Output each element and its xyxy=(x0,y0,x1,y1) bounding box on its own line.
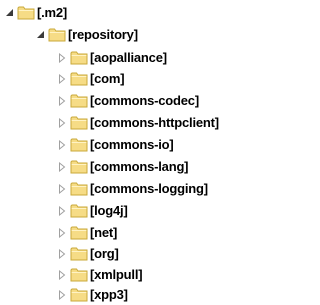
tree-item-label: [commons-lang] xyxy=(90,159,189,174)
collapsed-triangle-icon[interactable] xyxy=(57,205,67,216)
tree-item-commons-logging[interactable]: [commons-logging] xyxy=(57,178,208,199)
tree-item-label: [com] xyxy=(90,71,125,86)
collapsed-triangle-icon[interactable] xyxy=(57,52,67,63)
collapsed-triangle-icon[interactable] xyxy=(57,183,67,194)
collapsed-triangle-icon[interactable] xyxy=(57,139,67,150)
tree-item-commons-codec[interactable]: [commons-codec] xyxy=(57,90,199,111)
tree-item-label: [org] xyxy=(90,246,119,261)
tree-item-commons-lang[interactable]: [commons-lang] xyxy=(57,156,189,177)
tree-item-repository[interactable]: [repository] xyxy=(35,24,138,45)
expanded-triangle-icon[interactable] xyxy=(4,8,14,18)
folder-icon xyxy=(70,50,88,65)
collapsed-triangle-icon[interactable] xyxy=(57,269,67,280)
tree-item-com[interactable]: [com] xyxy=(57,68,125,89)
folder-icon xyxy=(70,246,88,261)
tree-item-label: [net] xyxy=(90,225,118,240)
tree-item-aopalliance[interactable]: [aopalliance] xyxy=(57,47,167,68)
folder-icon xyxy=(70,203,88,218)
folder-icon xyxy=(70,137,88,152)
collapsed-triangle-icon[interactable] xyxy=(57,248,67,259)
tree-item-label: [repository] xyxy=(68,27,138,42)
tree-item-label: [log4j] xyxy=(90,203,128,218)
folder-icon xyxy=(70,115,88,130)
collapsed-triangle-icon[interactable] xyxy=(57,117,67,128)
collapsed-triangle-icon[interactable] xyxy=(57,73,67,84)
folder-icon xyxy=(70,71,88,86)
tree-item-label: [commons-io] xyxy=(90,137,174,152)
tree-item-label: [aopalliance] xyxy=(90,50,167,65)
tree-item-xpp3[interactable]: [xpp3] xyxy=(57,284,128,305)
tree-item-org[interactable]: [org] xyxy=(57,243,119,264)
tree-item-commons-httpclient[interactable]: [commons-httpclient] xyxy=(57,112,219,133)
tree-item-log4j[interactable]: [log4j] xyxy=(57,200,128,221)
folder-icon xyxy=(48,27,66,42)
tree-item-label: [commons-codec] xyxy=(90,93,199,108)
tree-item-label: [xpp3] xyxy=(90,287,128,302)
tree-item-label: [commons-httpclient] xyxy=(90,115,219,130)
folder-icon xyxy=(17,5,35,20)
folder-icon xyxy=(70,287,88,302)
folder-icon xyxy=(70,181,88,196)
tree-item-label: [xmlpull] xyxy=(90,267,143,282)
collapsed-triangle-icon[interactable] xyxy=(57,161,67,172)
folder-icon xyxy=(70,159,88,174)
folder-icon xyxy=(70,93,88,108)
tree-item-xmlpull[interactable]: [xmlpull] xyxy=(57,264,143,285)
tree-item-net[interactable]: [net] xyxy=(57,222,117,243)
folder-tree: [.m2] [repository] [aopalliance] [com] [… xyxy=(0,0,249,304)
tree-item-commons-io[interactable]: [commons-io] xyxy=(57,134,174,155)
folder-icon xyxy=(70,267,88,282)
collapsed-triangle-icon[interactable] xyxy=(57,289,67,300)
tree-item-label: [commons-logging] xyxy=(90,181,208,196)
collapsed-triangle-icon[interactable] xyxy=(57,227,67,238)
expanded-triangle-icon[interactable] xyxy=(35,30,45,40)
tree-item-m2[interactable]: [.m2] xyxy=(4,2,67,23)
folder-icon xyxy=(70,225,88,240)
tree-item-label: [.m2] xyxy=(37,5,68,20)
collapsed-triangle-icon[interactable] xyxy=(57,95,67,106)
